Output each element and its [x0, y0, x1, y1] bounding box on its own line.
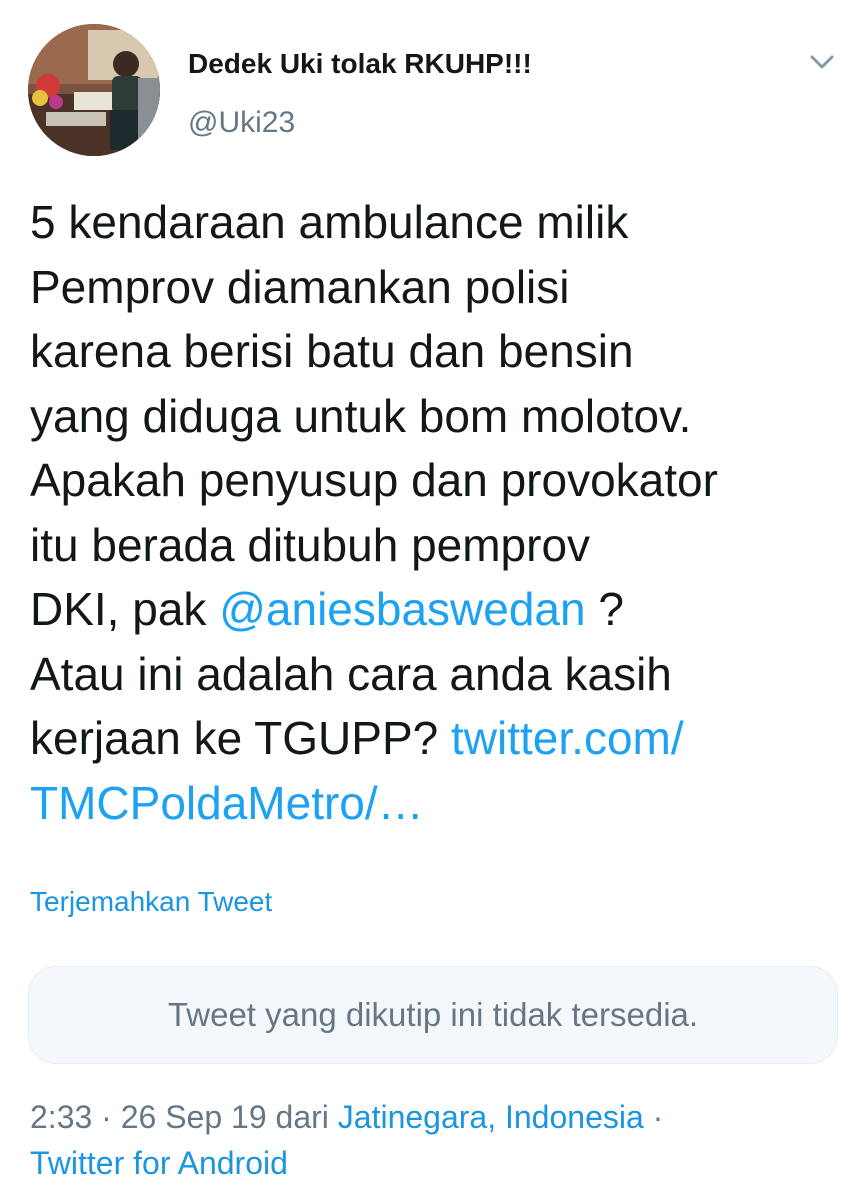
tweet-line: 5 kendaraan ambulance milik	[30, 196, 629, 248]
tweet-line: karena berisi batu dan bensin	[30, 325, 634, 377]
quoted-tweet-unavailable-text: Tweet yang dikutip ini tidak tersedia.	[167, 996, 699, 1033]
meta-separator: ·	[92, 1099, 121, 1135]
tweet-line: TMCPoldaMetro/…	[30, 771, 830, 836]
url-link-continued[interactable]: TMCPoldaMetro/…	[30, 777, 424, 829]
tweet-text-segment: ?	[585, 583, 624, 635]
location-link[interactable]: Jatinegara, Indonesia	[338, 1099, 644, 1135]
quoted-tweet-box[interactable]: Tweet yang dikutip ini tidak tersedia.	[28, 966, 838, 1064]
mention-link[interactable]: @aniesbaswedan	[219, 583, 585, 635]
tweet-time: 2:33	[30, 1099, 93, 1135]
tweet-line: DKI, pak @aniesbaswedan ?	[30, 577, 830, 642]
meta-line-1: 2:33 · 26 Sep 19 dari Jatinegara, Indone…	[30, 1094, 840, 1140]
meta-from-word: dari	[266, 1099, 338, 1135]
tweet-line: Pemprov diamankan polisi	[30, 260, 570, 313]
tweet-text: 5 kendaraan ambulance milik Pemprov diam…	[30, 190, 830, 835]
meta-line-2: Twitter for Android	[30, 1140, 840, 1186]
tweet-text-segment: DKI, pak	[30, 583, 220, 635]
user-handle[interactable]: @Uki23	[188, 106, 295, 140]
tweet-line: kerjaan ke TGUPP? twitter.com/	[30, 706, 830, 771]
tweet-header: Dedek Uki tolak RKUHP!!! @Uki23	[28, 24, 838, 156]
display-name[interactable]: Dedek Uki tolak RKUHP!!!	[188, 48, 532, 80]
chevron-down-icon[interactable]	[808, 52, 836, 72]
client-link[interactable]: Twitter for Android	[30, 1145, 288, 1181]
tweet-line: Atau ini adalah cara anda kasih	[30, 647, 672, 700]
url-link[interactable]: twitter.com/	[451, 712, 684, 764]
tweet-date: 26 Sep 19	[120, 1099, 267, 1135]
tweet-line: itu berada ditubuh pemprov	[30, 518, 591, 571]
translate-tweet-link[interactable]: Terjemahkan Tweet	[30, 886, 272, 918]
avatar[interactable]	[28, 24, 160, 156]
tweet-line: yang diduga untuk bom molotov.	[30, 389, 692, 442]
meta-separator: ·	[643, 1099, 664, 1135]
tweet-line: Apakah penyusup dan provokator	[30, 454, 718, 506]
profile-photo	[28, 24, 160, 156]
tweet-text-segment: kerjaan ke TGUPP?	[30, 712, 452, 764]
tweet-metadata: 2:33 · 26 Sep 19 dari Jatinegara, Indone…	[30, 1094, 840, 1186]
